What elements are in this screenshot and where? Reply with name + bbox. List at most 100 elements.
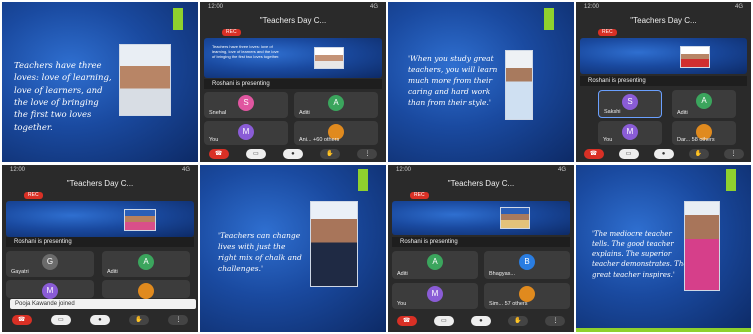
avatar: S <box>238 95 254 111</box>
teacher-photo <box>314 47 344 69</box>
phone-screen-4: 12:00 4G "Teachers Day C... REC Roshani i… <box>388 165 574 332</box>
teacher-photo <box>124 209 156 231</box>
slide-quote: 'The mediocre teacher tells. The good te… <box>592 230 688 279</box>
meeting-title: "Teachers Day C... <box>630 16 697 25</box>
presentation-view[interactable] <box>6 201 194 237</box>
call-controls: ☎ ▭ ● ✋ ⋮ <box>576 146 751 162</box>
more-icon[interactable]: ⋮ <box>723 149 744 159</box>
participant-tile[interactable]: M You <box>598 121 662 145</box>
slide-quote: 'When you study great teachers, you will… <box>408 54 498 107</box>
hand-icon[interactable]: ✋ <box>688 149 709 159</box>
more-icon[interactable]: ⋮ <box>357 149 378 159</box>
accent-bar <box>173 8 183 30</box>
presentation-view[interactable]: Teachers have three loves: love of learn… <box>204 38 382 78</box>
participant-tile[interactable]: B Bhagyas... <box>484 251 570 279</box>
participant-tile[interactable]: G Gayatri <box>6 251 94 277</box>
avatar: A <box>427 254 443 270</box>
participant-tile[interactable]: M <box>6 280 94 299</box>
rec-badge: REC <box>410 192 429 199</box>
slide-tile-4: 'The mediocre teacher tells. The good te… <box>576 165 751 332</box>
status-bar: 12:00 4G <box>388 165 574 177</box>
participant-name: You <box>603 137 613 143</box>
avatar: M <box>238 124 254 140</box>
slide-quote: 'Teachers can change lives with just the… <box>218 231 302 273</box>
accent-bar <box>726 169 736 191</box>
end-call-icon[interactable]: ☎ <box>11 315 32 325</box>
meeting-title: "Teachers Day C... <box>447 179 515 188</box>
participant-name: Aditi <box>677 110 688 116</box>
presentation-view[interactable] <box>392 201 570 235</box>
participant-tile[interactable]: Sim... 57 others <box>484 283 570 309</box>
status-time: 12:00 <box>10 167 26 173</box>
presenting-label: Roshani is presenting <box>392 237 570 247</box>
status-bar: 12:00 4G <box>200 2 386 14</box>
participant-name: Aditi <box>107 269 118 275</box>
avatar: M <box>622 124 638 140</box>
camera-icon[interactable]: ▭ <box>50 315 71 325</box>
mic-icon[interactable]: ● <box>89 315 110 325</box>
mic-icon[interactable]: ● <box>282 149 303 159</box>
participant-name: Sim... 57 others <box>489 301 528 307</box>
presentation-view[interactable] <box>580 38 747 74</box>
avatar-icon <box>138 283 154 299</box>
status-signal: 4G <box>557 167 566 173</box>
avatar: G <box>42 254 58 270</box>
participant-name: Dar... 58 others <box>677 137 715 143</box>
status-signal: 4G <box>181 167 190 173</box>
participant-name: Snehal <box>209 110 227 116</box>
slide-text: Teachers have three loves: love of learn… <box>212 44 280 60</box>
rec-badge: REC <box>598 29 617 36</box>
teacher-photo <box>684 201 720 291</box>
participant-tile[interactable] <box>102 280 190 299</box>
mic-icon[interactable]: ● <box>470 316 491 326</box>
participant-tile[interactable]: A Aditi <box>294 92 378 118</box>
status-signal: 4G <box>734 4 743 10</box>
participant-tile[interactable]: A Aditi <box>102 251 190 277</box>
slide-tile-1: Teachers have three loves: love of learn… <box>2 2 198 162</box>
mic-icon[interactable]: ● <box>653 149 674 159</box>
participant-tile[interactable]: M You <box>204 121 288 145</box>
hand-icon[interactable]: ✋ <box>320 149 341 159</box>
participant-tile[interactable]: A Aditi <box>672 90 736 118</box>
presenting-label: Roshani is presenting <box>6 237 194 247</box>
status-time: 12:00 <box>396 167 412 173</box>
end-call-icon[interactable]: ☎ <box>208 149 229 159</box>
participant-tile[interactable]: S Snehal <box>204 92 288 118</box>
avatar: A <box>328 95 344 111</box>
status-bar: 12:00 4G <box>576 2 751 14</box>
call-controls: ☎ ▭ ● ✋ ⋮ <box>2 312 198 328</box>
camera-icon[interactable]: ▭ <box>618 149 639 159</box>
hand-icon[interactable]: ✋ <box>129 315 150 325</box>
end-call-icon[interactable]: ☎ <box>583 149 604 159</box>
status-signal: 4G <box>369 4 378 10</box>
call-controls: ☎ ▭ ● ✋ ⋮ <box>388 313 574 329</box>
camera-icon[interactable]: ▭ <box>433 316 454 326</box>
participant-tile[interactable]: A Aditi <box>392 251 478 279</box>
call-controls: ☎ ▭ ● ✋ ⋮ <box>200 146 386 162</box>
meeting-title: "Teachers Day C... <box>259 16 327 25</box>
bottom-strip <box>576 328 751 332</box>
participant-name: Aditi <box>299 110 310 116</box>
teacher-photo <box>505 50 533 120</box>
avatar: S <box>622 94 638 110</box>
status-time: 12:00 <box>584 4 600 10</box>
avatar: A <box>138 254 154 270</box>
participant-tile[interactable]: M You <box>392 283 478 309</box>
more-icon[interactable]: ⋮ <box>545 316 566 326</box>
avatar: M <box>427 286 443 302</box>
camera-icon[interactable]: ▭ <box>245 149 266 159</box>
slide-quote: Teachers have three loves: love of learn… <box>14 61 112 133</box>
participant-name: You <box>209 137 219 143</box>
phone-screen-2: 12:00 4G "Teachers Day C... REC Roshani i… <box>576 2 751 162</box>
participant-tile[interactable]: Ani... +60 others <box>294 121 378 145</box>
presenting-label: Roshani is presenting <box>204 79 382 89</box>
participant-name: Bhagyas... <box>489 271 515 277</box>
end-call-icon[interactable]: ☎ <box>396 316 417 326</box>
accent-bar <box>544 8 554 30</box>
hand-icon[interactable]: ✋ <box>508 316 529 326</box>
rec-badge: REC <box>222 29 241 36</box>
participant-tile[interactable]: S Sakshi <box>598 90 662 118</box>
participant-tile[interactable]: Dar... 58 others <box>672 121 736 145</box>
phone-screen-1: 12:00 4G "Teachers Day C... REC Teachers … <box>200 2 386 162</box>
more-icon[interactable]: ⋮ <box>168 315 189 325</box>
